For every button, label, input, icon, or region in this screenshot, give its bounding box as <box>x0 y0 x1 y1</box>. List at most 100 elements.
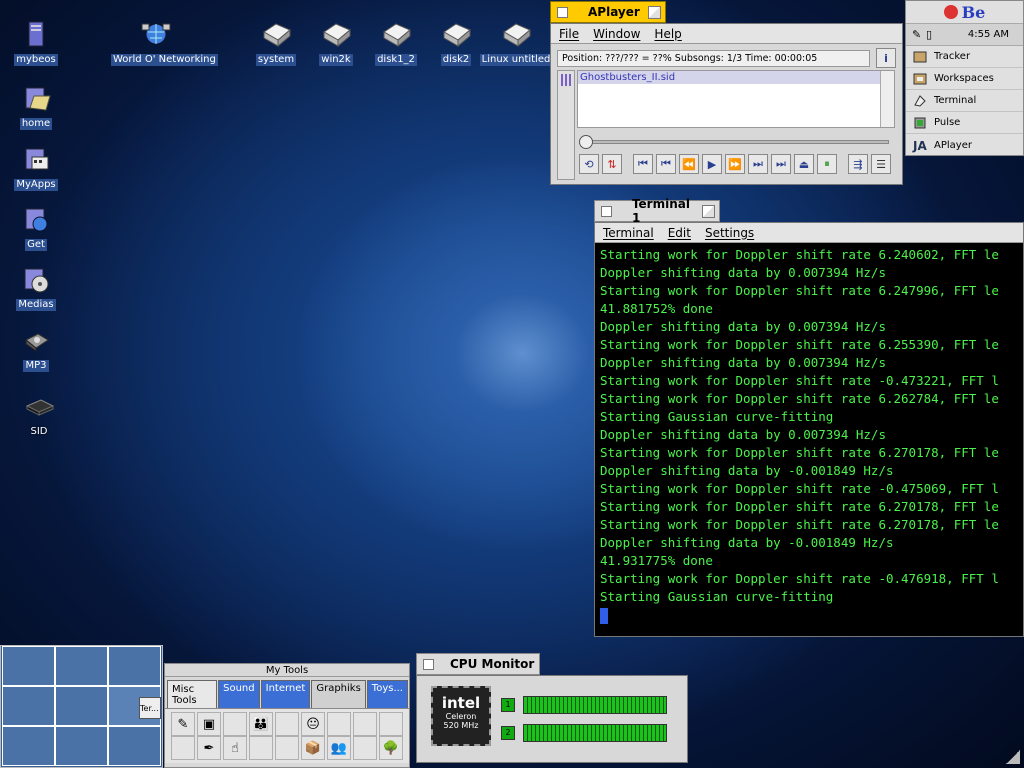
desktop-icon-linux-untitled[interactable]: Linux untitled <box>471 20 561 66</box>
svg-text:JA: JA <box>912 139 927 153</box>
be-menu-button[interactable]: Be <box>906 1 1023 24</box>
plugin-button[interactable]: ⇶ <box>848 154 868 174</box>
playlist-item[interactable]: Ghostbusters_II.sid <box>578 71 880 84</box>
eject-button[interactable]: ⏏ <box>794 154 814 174</box>
playlist-scrollbar[interactable] <box>880 71 894 127</box>
deskbar-item-tracker[interactable]: Tracker <box>906 46 1023 68</box>
deskbar-item-workspaces[interactable]: Workspaces <box>906 68 1023 90</box>
tool-hand[interactable]: ☝ <box>223 736 247 760</box>
tool-pulse[interactable]: ▣ <box>197 712 221 736</box>
tab-graphiks[interactable]: Graphiks <box>311 680 366 708</box>
menu-edit[interactable]: Edit <box>668 226 691 240</box>
desktop-icon-get[interactable]: Get <box>0 205 81 251</box>
terminal-line: Starting work for Doppler shift rate -0.… <box>600 481 999 496</box>
next-button[interactable]: ⏭ <box>748 154 768 174</box>
terminal-line: Doppler shifting data by 0.007394 Hz/s <box>600 265 886 280</box>
pause-button[interactable]: ⏸ <box>817 154 837 174</box>
menu-terminal[interactable]: Terminal <box>603 226 654 240</box>
zoom-box-icon[interactable] <box>702 204 716 218</box>
seek-slider-knob[interactable] <box>579 135 593 149</box>
workspace-7[interactable] <box>2 726 55 766</box>
terminal-line: Starting work for Doppler shift rate -0.… <box>600 373 999 388</box>
terminal-cursor[interactable] <box>600 608 608 624</box>
deskbar-item-label: Workspaces <box>934 73 994 84</box>
tool-empty-6 <box>171 736 195 760</box>
skip-to-end-icon: ⏭ <box>776 157 786 170</box>
cpu-chip: intel Celeron 520 MHz <box>431 686 491 746</box>
deskbar-tray: ✎ ▯ 4:55 AM <box>906 24 1023 46</box>
desktop-icon-home[interactable]: home <box>0 84 81 130</box>
terminal-output[interactable]: Starting work for Doppler shift rate 6.2… <box>595 243 1023 636</box>
previous-button[interactable]: ⏮ <box>656 154 676 174</box>
workspace-8[interactable] <box>55 726 108 766</box>
playlist[interactable]: Ghostbusters_II.sid <box>577 70 895 128</box>
terminal-line: 41.881752% done <box>600 301 713 316</box>
desktop-icon-mp3[interactable]: MP3 <box>0 326 81 372</box>
workspace-4[interactable] <box>2 686 55 726</box>
smiley-icon: 😐 <box>306 716 320 732</box>
desktop-icon-world-o-networking[interactable]: World O' Networking <box>111 20 218 66</box>
deskbar-item-terminal[interactable]: Terminal <box>906 90 1023 112</box>
zoom-box-icon[interactable] <box>648 5 661 19</box>
deskbar-item-pulse[interactable]: Pulse <box>906 112 1023 134</box>
workspace-5[interactable] <box>55 686 108 726</box>
tab-sound[interactable]: Sound <box>218 680 260 708</box>
tree-icon: 🌳 <box>382 740 400 756</box>
menu-file[interactable]: File <box>559 27 579 41</box>
rewind-button[interactable]: ⏪ <box>679 154 699 174</box>
desktop-icon-label: Linux untitled <box>479 54 553 66</box>
desktop-icon-sid[interactable]: SID <box>0 392 84 438</box>
close-box-icon[interactable] <box>423 658 434 670</box>
tool-people[interactable]: 👪 <box>249 712 273 736</box>
desktop-icon-myapps[interactable]: MyApps <box>0 145 81 191</box>
menu-settings[interactable]: Settings <box>705 226 754 240</box>
play-button[interactable]: ▶ <box>702 154 722 174</box>
shuffle-button[interactable]: ⇅ <box>602 154 622 174</box>
fast-forward-button[interactable]: ⏩ <box>725 154 745 174</box>
deskbar-clock[interactable]: 4:55 AM <box>968 29 1009 40</box>
playlist-button[interactable]: ☰ <box>871 154 891 174</box>
desktop-icon-mybeos[interactable]: mybeos <box>0 20 81 66</box>
deskbar-item-aplayer[interactable]: JA APlayer <box>906 134 1023 156</box>
workspace-1[interactable] <box>2 646 55 686</box>
tool-tree[interactable]: 🌳 <box>379 736 403 760</box>
close-box-icon[interactable] <box>601 205 612 217</box>
close-box-icon[interactable] <box>557 6 568 18</box>
desktop-icon-label: mybeos <box>14 54 58 66</box>
workspace-mini-window-label: Ter... <box>140 704 159 713</box>
tool-users[interactable]: 👥 <box>327 736 351 760</box>
tool-smiley[interactable]: 😐 <box>301 712 325 736</box>
aplayer-title-tab[interactable]: APlayer <box>550 1 666 23</box>
tab-misc-tools[interactable]: Misc Tools <box>167 680 218 708</box>
tab-toys[interactable]: Toys... <box>366 680 408 708</box>
terminal-title-tab[interactable]: Terminal 1 <box>594 197 720 225</box>
resize-corner-icon[interactable] <box>1006 750 1020 764</box>
cpu-monitor-title-tab[interactable]: CPU Monitor <box>416 653 540 675</box>
mytools-grid: ✎ ▣ 👪 😐 ✒ ☝ 📦 👥 🌳 <box>165 708 409 763</box>
workspace-3[interactable] <box>108 646 161 686</box>
tool-package[interactable]: 📦 <box>301 736 325 760</box>
workspace-2[interactable] <box>55 646 108 686</box>
cpu-2-toggle[interactable]: 2 <box>501 726 515 740</box>
info-button[interactable]: i <box>876 48 896 68</box>
menu-help[interactable]: Help <box>654 27 681 41</box>
workspace-9[interactable] <box>108 726 161 766</box>
repeat-button[interactable]: ⟲ <box>579 154 599 174</box>
workspace-6[interactable]: Ter... <box>108 686 161 726</box>
terminal-window: Terminal Edit Settings Starting work for… <box>594 222 1024 637</box>
playlist-side-scroll[interactable] <box>557 70 575 180</box>
menu-window[interactable]: Window <box>593 27 640 41</box>
terminal-line: Starting work for Doppler shift rate 6.2… <box>600 499 999 514</box>
tool-terminal[interactable]: ✎ <box>171 712 195 736</box>
workspace-mini-window[interactable]: Ter... <box>139 697 161 719</box>
tray-pencil-icon[interactable]: ✎ <box>912 28 926 41</box>
users-icon: 👥 <box>330 740 348 756</box>
seek-slider[interactable] <box>579 135 889 149</box>
tray-drive-icon[interactable]: ▯ <box>926 28 940 41</box>
tab-internet[interactable]: Internet <box>260 680 311 708</box>
cpu-1-toggle[interactable]: 1 <box>501 698 515 712</box>
desktop-icon-medias[interactable]: Medias <box>0 265 81 311</box>
prev-subsong-button[interactable]: ⏮ <box>633 154 653 174</box>
next-subsong-button[interactable]: ⏭ <box>771 154 791 174</box>
tool-pen[interactable]: ✒ <box>197 736 221 760</box>
